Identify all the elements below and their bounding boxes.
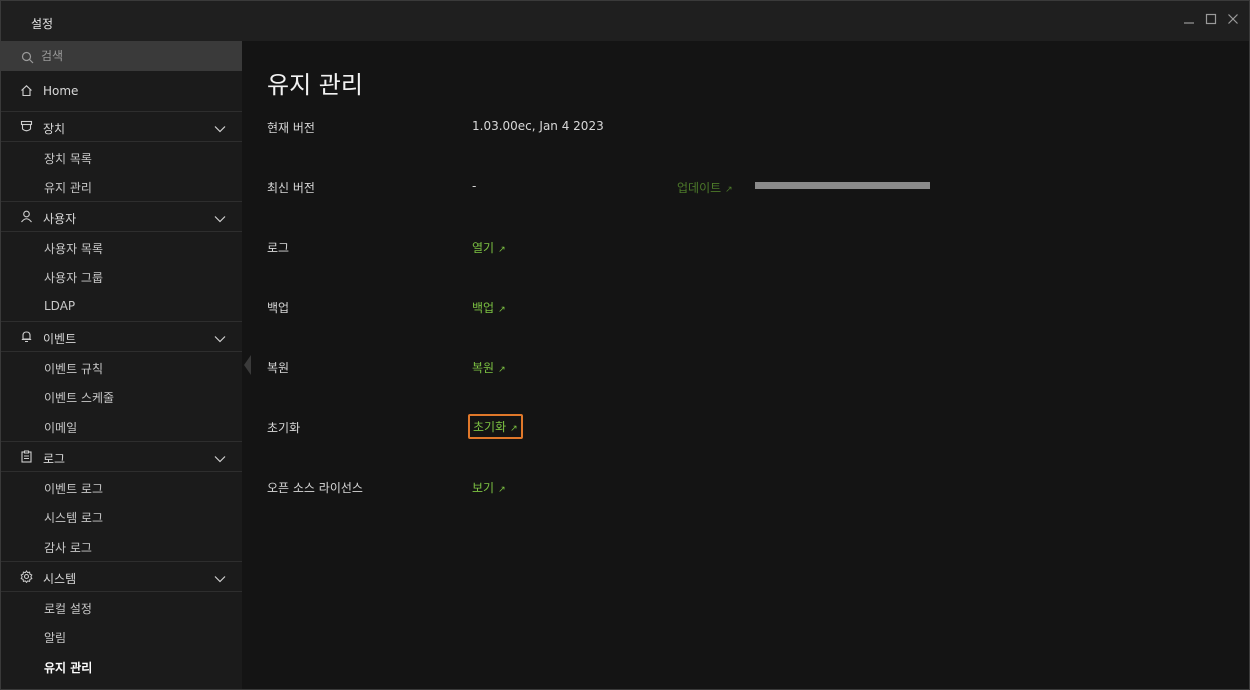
view-license-link[interactable]: 보기 ↗ <box>472 479 506 496</box>
sidebar-item-audit-log[interactable]: 감사 로그 <box>1 531 242 561</box>
chevron-down-icon <box>214 332 226 346</box>
sidebar-item-device-list[interactable]: 장치 목록 <box>1 141 242 171</box>
close-icon[interactable] <box>1225 13 1241 29</box>
log-label: 로그 <box>267 241 290 255</box>
settings-window: 설정 Home 장치 <box>0 0 1250 690</box>
reset-label: 초기화 <box>267 421 301 435</box>
update-progress-bar <box>755 182 930 189</box>
reset-link-label: 초기화 <box>473 420 507 434</box>
sidebar-item-label: 감사 로그 <box>44 541 92 555</box>
external-link-icon: ↗ <box>498 485 506 495</box>
sidebar-item-label: 유지 관리 <box>44 661 93 675</box>
sidebar-item-label: 장치 <box>43 122 66 136</box>
sidebar-group-user[interactable]: 사용자 <box>1 201 242 231</box>
sidebar-item-user-list[interactable]: 사용자 목록 <box>1 231 242 261</box>
update-link[interactable]: 업데이트 ↗ <box>677 179 733 196</box>
latest-version-label: 최신 버전 <box>267 181 315 195</box>
restore-label: 복원 <box>267 361 290 375</box>
chevron-down-icon <box>214 452 226 466</box>
sidebar-item-label: 장치 목록 <box>44 152 92 166</box>
sidebar-group-log[interactable]: 로그 <box>1 441 242 471</box>
open-log-link-label: 열기 <box>472 241 495 255</box>
user-icon <box>20 210 33 226</box>
sidebar-item-label: 시스템 로그 <box>44 511 104 525</box>
sidebar-item-home[interactable]: Home <box>1 76 242 106</box>
sidebar-item-label: 이벤트 로그 <box>44 482 104 496</box>
sidebar-item-device-maintenance[interactable]: 유지 관리 <box>1 171 242 201</box>
external-link-icon: ↗ <box>498 305 506 315</box>
sidebar-item-label: 사용자 목록 <box>44 242 104 256</box>
sidebar-item-label: 알림 <box>44 631 67 645</box>
bell-icon <box>20 330 33 346</box>
gear-icon <box>20 570 33 586</box>
sidebar-item-label: 유지 관리 <box>44 181 92 195</box>
sidebar-item-label: LDAP <box>44 299 76 313</box>
sidebar-item-ldap[interactable]: LDAP <box>1 291 242 321</box>
search-icon <box>21 49 34 68</box>
sidebar-item-label: 시스템 <box>43 572 77 586</box>
sidebar-item-notification[interactable]: 알림 <box>1 621 242 651</box>
sidebar-item-system-maintenance[interactable]: 유지 관리 <box>1 651 242 681</box>
maximize-icon[interactable] <box>1203 13 1219 29</box>
minimize-icon[interactable] <box>1181 13 1197 29</box>
sidebar-item-label: 로그 <box>43 452 66 466</box>
sidebar-item-event-log[interactable]: 이벤트 로그 <box>1 471 242 501</box>
current-version-value: 1.03.00ec, Jan 4 2023 <box>472 119 604 133</box>
sidebar-item-label: 이벤트 <box>43 332 77 346</box>
clipboard-icon <box>20 450 33 466</box>
sidebar-item-label: 사용자 <box>43 212 77 226</box>
sidebar-item-system-log[interactable]: 시스템 로그 <box>1 501 242 531</box>
backup-link-label: 백업 <box>472 301 495 315</box>
chevron-down-icon <box>214 572 226 586</box>
backup-link[interactable]: 백업 ↗ <box>472 299 506 316</box>
open-source-license-label: 오픈 소스 라이선스 <box>267 481 363 495</box>
search-input[interactable] <box>41 46 231 66</box>
sidebar-item-event-rule[interactable]: 이벤트 규칙 <box>1 351 242 381</box>
external-link-icon: ↗ <box>498 365 506 375</box>
chevron-down-icon <box>214 212 226 226</box>
external-link-icon: ↗ <box>510 424 518 434</box>
reset-link[interactable]: 초기화 ↗ <box>468 414 523 439</box>
search-box <box>1 41 242 71</box>
restore-link-label: 복원 <box>472 361 495 375</box>
sidebar-group-system[interactable]: 시스템 <box>1 561 242 591</box>
external-link-icon: ↗ <box>498 245 506 255</box>
sidebar-group-device[interactable]: 장치 <box>1 111 242 141</box>
sidebar-item-email[interactable]: 이메일 <box>1 411 242 441</box>
title-bar: 설정 <box>1 1 1249 41</box>
window-title: 설정 <box>31 17 54 31</box>
page-title: 유지 관리 <box>267 71 363 99</box>
sidebar-group-event[interactable]: 이벤트 <box>1 321 242 351</box>
sidebar-item-event-schedule[interactable]: 이벤트 스케줄 <box>1 381 242 411</box>
external-link-icon: ↗ <box>725 185 733 195</box>
current-version-label: 현재 버전 <box>267 121 315 135</box>
sidebar: Home 장치 장치 목록 유지 관리 사용자 <box>1 41 242 689</box>
update-link-label: 업데이트 <box>677 181 722 195</box>
restore-link[interactable]: 복원 ↗ <box>472 359 506 376</box>
sidebar-item-label: 로컬 설정 <box>44 602 92 616</box>
open-log-link[interactable]: 열기 ↗ <box>472 239 506 256</box>
sidebar-item-label: Home <box>43 84 79 98</box>
main-content: 유지 관리 현재 버전 1.03.00ec, Jan 4 2023 최신 버전 … <box>242 41 1249 689</box>
home-icon <box>20 84 33 100</box>
device-icon <box>20 120 33 136</box>
sidebar-item-label: 사용자 그룹 <box>44 271 104 285</box>
view-license-link-label: 보기 <box>472 481 495 495</box>
sidebar-item-local-settings[interactable]: 로컬 설정 <box>1 591 242 621</box>
sidebar-item-label: 이벤트 규칙 <box>44 362 104 376</box>
chevron-down-icon <box>214 122 226 136</box>
sidebar-item-label: 이메일 <box>44 421 78 435</box>
sidebar-item-user-group[interactable]: 사용자 그룹 <box>1 261 242 291</box>
latest-version-value: - <box>472 179 477 193</box>
sidebar-item-label: 이벤트 스케줄 <box>44 391 115 405</box>
backup-label: 백업 <box>267 301 290 315</box>
